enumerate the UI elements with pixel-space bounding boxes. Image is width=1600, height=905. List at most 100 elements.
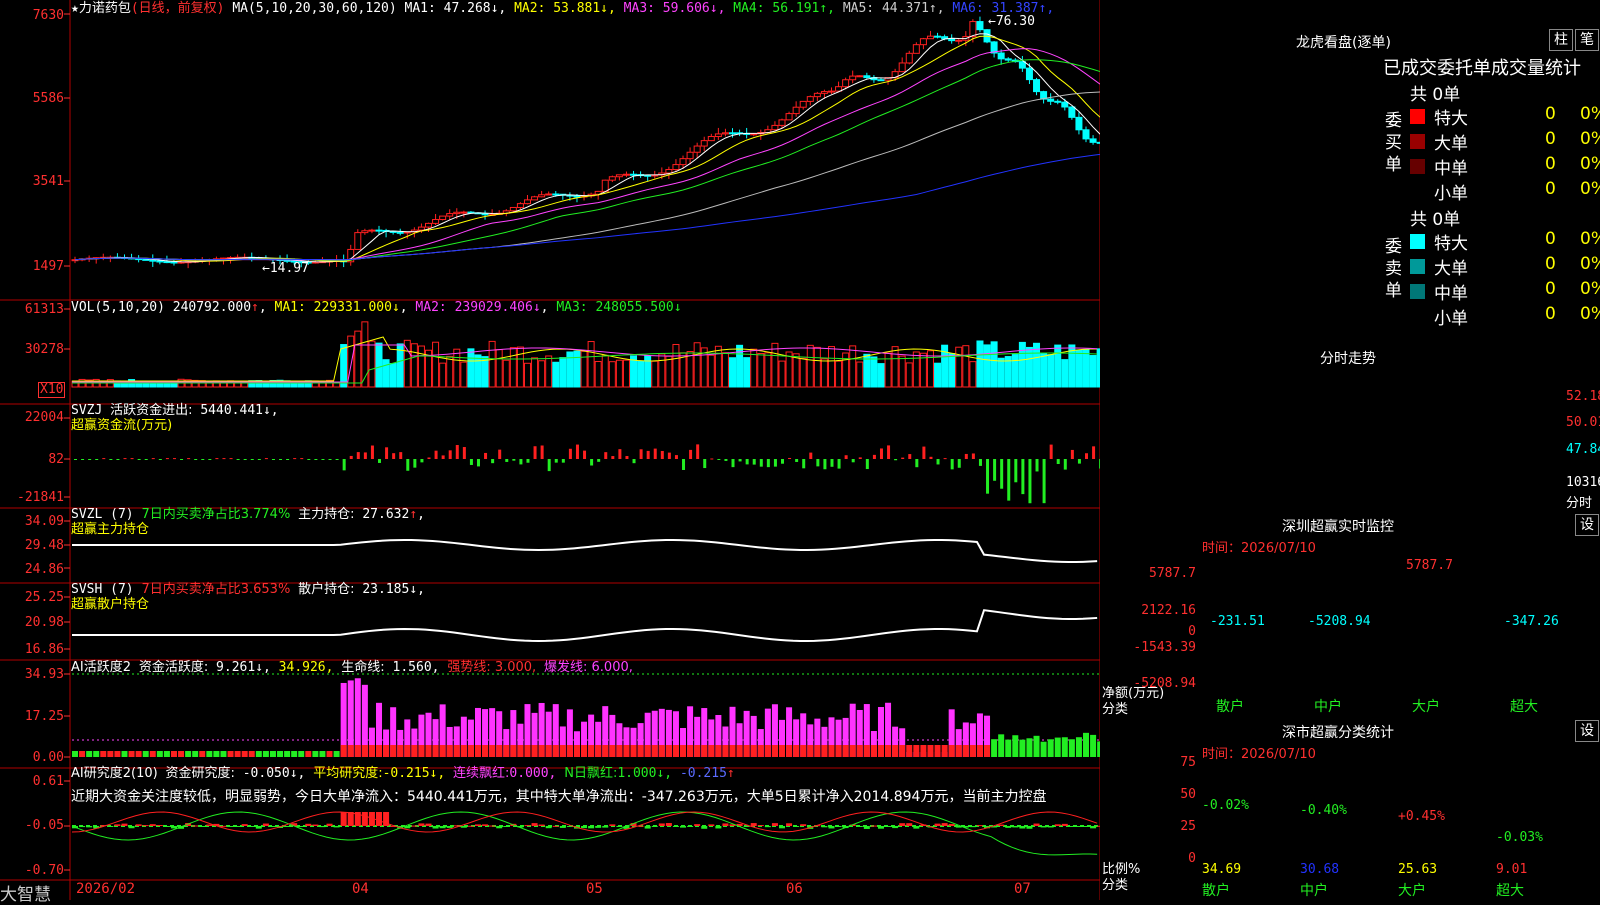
fund-flow-bar xyxy=(908,454,912,459)
activity-bar xyxy=(1054,737,1061,757)
ai2-header: AI研究度2(10) 资金研究度: -0.050↓, 平均研究度:-0.215↓… xyxy=(71,766,735,781)
volume-bar xyxy=(686,351,694,388)
activity-bar-base xyxy=(687,745,694,757)
activity-bar-base xyxy=(729,745,736,757)
activity-bar xyxy=(128,751,135,757)
activity-bar xyxy=(1005,739,1012,757)
fund-flow-bar xyxy=(469,459,473,465)
research-bar xyxy=(863,826,870,829)
research-bar xyxy=(531,823,538,826)
volume-bar xyxy=(905,362,913,388)
candle xyxy=(729,132,737,135)
activity-bar xyxy=(319,751,326,757)
candle xyxy=(665,169,673,174)
ma-value-3: MA3: 59.606↓, xyxy=(615,1,726,16)
volume-bar xyxy=(934,362,942,388)
research-bar xyxy=(672,826,679,827)
fund-flow-bar xyxy=(971,453,975,459)
volume-bar xyxy=(842,352,850,388)
fund-flow-bar xyxy=(399,452,403,459)
research-bar xyxy=(998,824,1005,826)
candle xyxy=(948,38,956,42)
research-bar xyxy=(1019,826,1026,829)
research-bar xyxy=(298,826,305,827)
research-bar xyxy=(764,826,771,828)
activity-bar-base xyxy=(446,745,453,757)
activity-bar-base xyxy=(828,745,835,757)
retail-line xyxy=(72,609,1098,643)
fund-flow-bar xyxy=(957,459,961,468)
research-bar xyxy=(170,826,177,829)
svzl-value: 27.632 xyxy=(362,507,410,522)
volume-bar xyxy=(835,360,843,388)
fund-flow-bar xyxy=(639,449,643,459)
candle xyxy=(976,21,984,31)
svsh-value: 23.185 xyxy=(362,582,410,597)
ai1-life: 1.560 xyxy=(392,660,432,675)
candle xyxy=(460,211,468,214)
activity-bar-base xyxy=(941,745,948,757)
activity-bar-base xyxy=(524,745,531,757)
ratio-category: 中户 xyxy=(1300,883,1328,899)
research-bar xyxy=(941,823,948,826)
main-force-line xyxy=(72,539,1098,563)
order-label: 中单 xyxy=(1434,284,1468,304)
activity-bar-base xyxy=(863,745,870,757)
order-row: 特大 0 0% xyxy=(1410,104,1600,129)
candle xyxy=(573,195,581,198)
volume-bar xyxy=(432,341,440,388)
volume-bar xyxy=(389,363,397,388)
svzl-header: SVZL (7) 7日内买卖净占比3.774% 主力持仓: 27.632↑, xyxy=(71,507,425,522)
research-bar xyxy=(199,826,206,827)
sz-monitor-settings-button[interactable]: 设 xyxy=(1575,514,1599,536)
fund-flow-bar xyxy=(1000,459,1004,489)
activity-bar xyxy=(220,751,227,757)
fund-flow-bar xyxy=(293,458,297,460)
fund-flow-bar xyxy=(434,450,438,459)
chart-canvas[interactable] xyxy=(0,0,1100,900)
fund-flow-bar xyxy=(406,459,410,471)
candle xyxy=(721,132,729,135)
fund-flow-bar xyxy=(144,459,148,460)
fund-flow-bar xyxy=(370,445,374,459)
fund-flow-bar xyxy=(491,459,495,464)
candle xyxy=(481,213,489,216)
svsh-axis-label: 16.86 xyxy=(24,642,64,657)
research-bar xyxy=(496,826,503,829)
candle xyxy=(771,124,779,131)
candle xyxy=(523,199,531,205)
fund-flow-bar xyxy=(321,459,325,460)
sz-monitor-axis: 2122.16 xyxy=(1141,603,1196,618)
research-bar xyxy=(800,824,807,826)
fund-flow-bar xyxy=(441,455,445,459)
research-bar xyxy=(227,826,234,827)
research-bar xyxy=(694,824,701,826)
ratio-change: -0.40% xyxy=(1300,802,1347,818)
fund-flow-bar xyxy=(307,459,311,460)
sz-class-settings-button[interactable]: 设 xyxy=(1575,720,1599,742)
sz-monitor-title: 深圳超赢实时监控 xyxy=(1282,519,1394,535)
activity-bar-base xyxy=(962,745,969,757)
volume-bar xyxy=(764,352,772,388)
sz-class-axis: 25 xyxy=(1180,819,1196,834)
volume-bar xyxy=(792,353,800,388)
fenshi-axis-label: 52.18 xyxy=(1566,389,1600,404)
research-bar xyxy=(913,826,920,829)
research-bar xyxy=(1097,825,1100,827)
fund-flow-bar xyxy=(335,459,339,460)
sz-class-axis: 50 xyxy=(1180,787,1196,802)
bar-mode-button[interactable]: 柱 xyxy=(1549,29,1573,51)
candle xyxy=(425,222,432,228)
tick-mode-button[interactable]: 笔 xyxy=(1575,29,1599,51)
research-bar xyxy=(779,826,785,829)
price-axis-label: 1497 xyxy=(32,259,64,274)
color-swatch xyxy=(1410,184,1425,199)
fund-flow-bar xyxy=(279,459,283,460)
fund-flow-bar xyxy=(632,459,636,464)
activity-bar-base xyxy=(658,745,665,757)
activity-bar xyxy=(1061,737,1068,757)
research-bar xyxy=(708,824,715,826)
fund-flow-bar xyxy=(773,459,777,467)
volume-bar xyxy=(545,355,553,388)
fund-flow-bar xyxy=(872,454,876,459)
